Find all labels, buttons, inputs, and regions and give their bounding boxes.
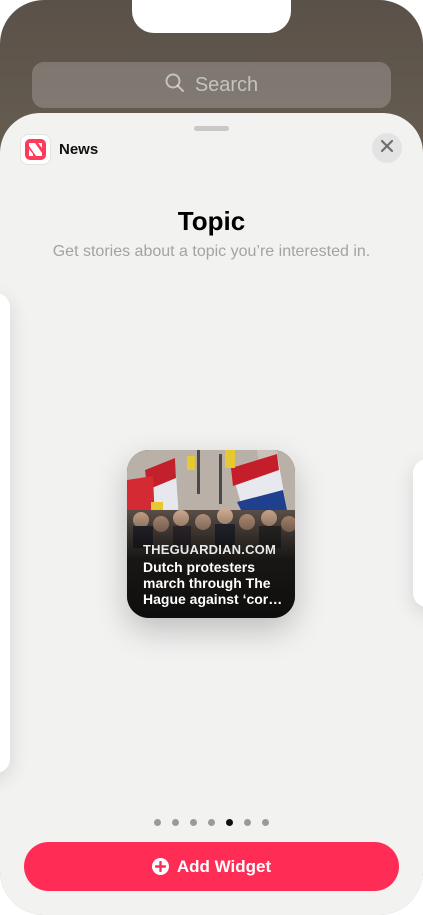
- plus-circle-icon: [151, 858, 169, 875]
- close-button[interactable]: [372, 133, 402, 163]
- page-dot: [190, 819, 197, 826]
- news-widget-preview[interactable]: THEGUARDIAN.COM Dutch protesters march t…: [127, 450, 295, 618]
- page-dot: [154, 819, 161, 826]
- page-dot: [244, 819, 251, 826]
- page-indicator[interactable]: [0, 819, 423, 826]
- close-icon: [380, 139, 394, 157]
- add-widget-label: Add Widget: [176, 856, 272, 876]
- app-name: News: [59, 141, 99, 158]
- app-header: News: [21, 135, 98, 164]
- widget-gallery-sheet: News Topic Get stories about a topic you…: [0, 113, 423, 915]
- widget-source: THEGUARDIAN.COM: [143, 542, 276, 557]
- widget-text: THEGUARDIAN.COM Dutch protesters march t…: [143, 542, 285, 607]
- page-dot: [172, 819, 179, 826]
- widget-title: Topic: [177, 206, 246, 236]
- search-label: Search: [194, 73, 259, 96]
- page-dot-active: [226, 819, 233, 826]
- notch: [132, 0, 291, 33]
- widget-headline: Dutch protesters march through The Hague…: [143, 559, 283, 607]
- news-app-icon: [21, 135, 50, 164]
- home-search-field[interactable]: Search: [32, 62, 391, 108]
- next-widget-preview[interactable]: [413, 459, 423, 607]
- phone-screen: Search News Topic Get stories about a to…: [0, 0, 423, 915]
- add-widget-button[interactable]: Add Widget: [24, 842, 399, 891]
- page-dot: [262, 819, 269, 826]
- previous-widget-preview[interactable]: [0, 293, 10, 773]
- widget-subtitle: Get stories about a topic you’re interes…: [52, 243, 371, 260]
- page-dot: [208, 819, 215, 826]
- sheet-grabber[interactable]: [194, 126, 229, 131]
- search-icon: [165, 73, 185, 98]
